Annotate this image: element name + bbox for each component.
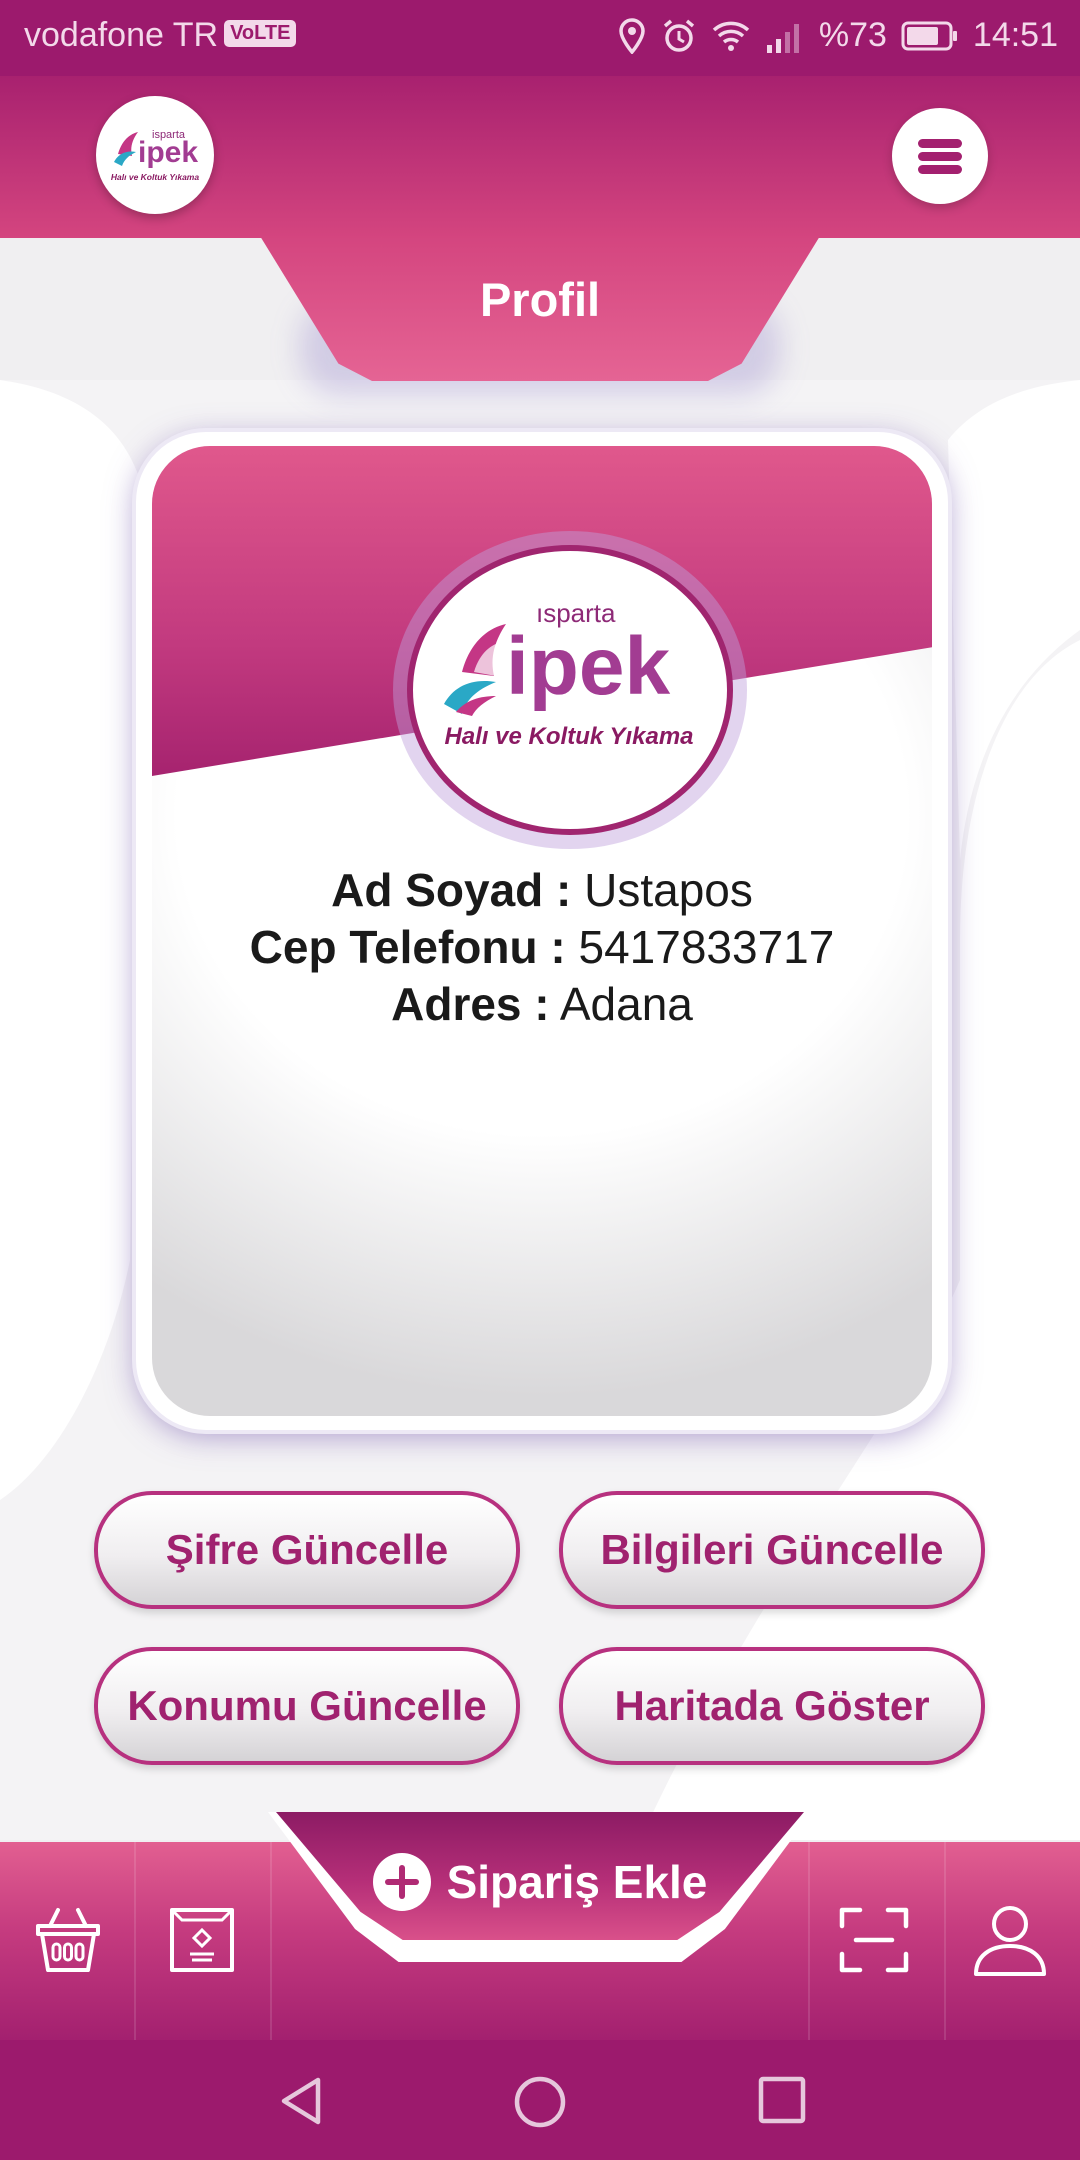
- profile-name-row: Ad Soyad : Ustapos: [152, 862, 932, 919]
- page-title: Profil: [479, 273, 601, 326]
- menu-button[interactable]: [892, 108, 988, 204]
- wifi-icon: [712, 21, 750, 51]
- user-icon[interactable]: [970, 1900, 1050, 1980]
- profile-phone-row: Cep Telefonu : 5417833717: [152, 919, 932, 976]
- home-icon[interactable]: [512, 2074, 568, 2130]
- alarm-icon: [663, 19, 694, 52]
- address-value: Adana: [559, 978, 693, 1030]
- phone-label: Cep Telefonu :: [249, 921, 566, 973]
- recents-icon[interactable]: [756, 2074, 808, 2126]
- app-logo[interactable]: isparta ipek Halı ve Koltuk Yıkama: [96, 96, 214, 214]
- basket-icon[interactable]: [28, 1900, 108, 1980]
- update-info-button[interactable]: Bilgileri Güncelle: [559, 1491, 985, 1609]
- package-icon[interactable]: [162, 1900, 242, 1980]
- name-label: Ad Soyad :: [331, 864, 572, 916]
- status-bar: vodafone TR VoLTE %73 14:51: [0, 0, 1080, 76]
- svg-text:ipek: ipek: [138, 136, 198, 169]
- svg-text:Halı ve Koltuk Yıkama: Halı ve Koltuk Yıkama: [111, 172, 199, 182]
- plus-icon: [372, 1853, 431, 1911]
- hamburger-icon-bar: [918, 152, 962, 161]
- android-nav-bar: [0, 2040, 1080, 2160]
- nav-separator: [134, 1842, 136, 2040]
- carrier-name: vodafone TR: [24, 16, 219, 54]
- profile-address-row: Adres : Adana: [152, 976, 932, 1033]
- hamburger-icon-bar: [918, 139, 962, 148]
- scan-icon[interactable]: [834, 1900, 914, 1980]
- nav-separator: [270, 1842, 272, 2040]
- nav-separator: [944, 1842, 946, 2040]
- volte-badge: VoLTE: [224, 19, 297, 47]
- carrier-label: vodafone TR VoLTE: [24, 16, 297, 55]
- logo-image: isparta ipek Halı ve Koltuk Yıkama: [111, 129, 199, 182]
- nav-separator: [808, 1842, 810, 2040]
- profile-logo: ısparta ipek Halı ve Koltuk Yıkama: [444, 598, 694, 750]
- name-value: Ustapos: [584, 864, 753, 916]
- clock: 14:51: [972, 16, 1058, 54]
- show-on-map-button[interactable]: Haritada Göster: [559, 1647, 985, 1765]
- change-password-button[interactable]: Şifre Güncelle: [94, 1491, 520, 1609]
- svg-text:ipek: ipek: [506, 621, 670, 712]
- back-icon[interactable]: [274, 2074, 328, 2128]
- hamburger-icon-bar: [918, 165, 962, 174]
- add-order-button[interactable]: Sipariş Ekle: [340, 1832, 740, 1932]
- add-order-label: Sipariş Ekle: [446, 1856, 708, 1908]
- address-label: Adres :: [391, 978, 550, 1030]
- signal-icon: [766, 23, 799, 53]
- battery-percent: %73: [818, 16, 887, 54]
- location-icon: [619, 17, 645, 54]
- update-location-button[interactable]: Konumu Güncelle: [94, 1647, 520, 1765]
- svg-text:Halı ve Koltuk Yıkama: Halı ve Koltuk Yıkama: [445, 723, 694, 750]
- phone-value: 5417833717: [578, 921, 835, 973]
- battery-icon: [901, 21, 957, 50]
